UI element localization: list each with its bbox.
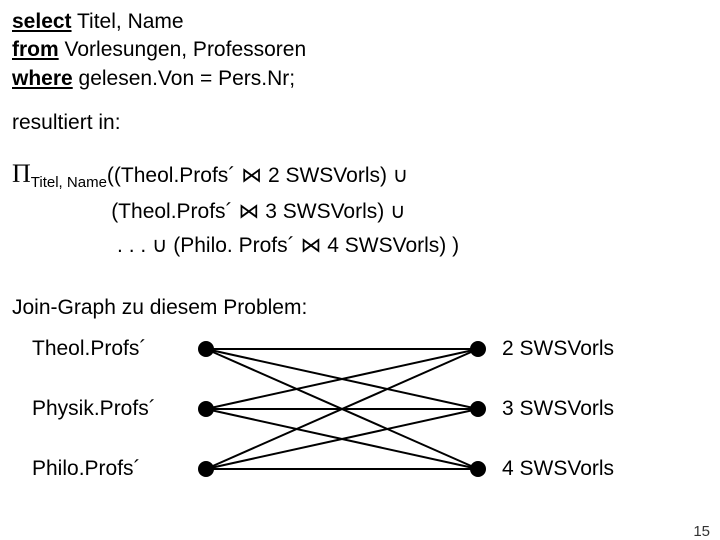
graph-left-label-2: Philo.Profs´ — [32, 457, 141, 481]
graph-right-label-0: 2 SWSVorls — [502, 337, 614, 361]
sql-select-list: Titel, Name — [72, 10, 184, 33]
graph-right-label-2: 4 SWSVorls — [502, 457, 614, 481]
sql-kw-from: from — [12, 38, 59, 61]
sql-kw-select: select — [12, 10, 72, 33]
ra-line-1: ΠTitel, Name((Theol.Profs´ ⋈ 2 SWSVorls)… — [12, 153, 708, 195]
ra-line-2-text: (Theol.Profs´ ⋈ 3 SWSVorls) ∪ — [111, 200, 405, 223]
ra-line-2: (Theol.Profs´ ⋈ 3 SWSVorls) ∪ — [12, 195, 708, 229]
relational-algebra-block: ΠTitel, Name((Theol.Profs´ ⋈ 2 SWSVorls)… — [12, 153, 708, 262]
sql-kw-where: where — [12, 67, 73, 90]
ra-line-3: . . . ∪ (Philo. Profs´ ⋈ 4 SWSVorls) ) — [12, 229, 708, 263]
pi-subscript: Titel, Name — [31, 174, 107, 191]
graph-label: Join-Graph zu diesem Problem: — [12, 296, 708, 320]
pi-symbol: Π — [12, 159, 31, 188]
result-label: resultiert in: — [12, 111, 708, 135]
sql-where-clause: gelesen.Von = Pers.Nr; — [73, 67, 295, 90]
slide: select Titel, Name from Vorlesungen, Pro… — [0, 0, 720, 540]
sql-block: select Titel, Name from Vorlesungen, Pro… — [12, 8, 708, 93]
sql-where-line: where gelesen.Von = Pers.Nr; — [12, 65, 708, 93]
sql-from-line: from Vorlesungen, Professoren — [12, 36, 708, 64]
sql-select-line: select Titel, Name — [12, 8, 708, 36]
sql-from-list: Vorlesungen, Professoren — [59, 38, 307, 61]
graph-left-label-1: Physik.Profs´ — [32, 397, 156, 421]
ra-line-3-text: . . . ∪ (Philo. Profs´ ⋈ 4 SWSVorls) ) — [117, 234, 459, 257]
graph-right-label-1: 3 SWSVorls — [502, 397, 614, 421]
graph-edges — [18, 334, 698, 514]
ra-line-1-rest: ((Theol.Profs´ ⋈ 2 SWSVorls) ∪ — [107, 164, 408, 187]
page-number: 15 — [693, 523, 710, 540]
graph-left-label-0: Theol.Profs´ — [32, 337, 146, 361]
join-graph: Theol.Profs´ Physik.Profs´ Philo.Profs´ … — [18, 334, 698, 514]
